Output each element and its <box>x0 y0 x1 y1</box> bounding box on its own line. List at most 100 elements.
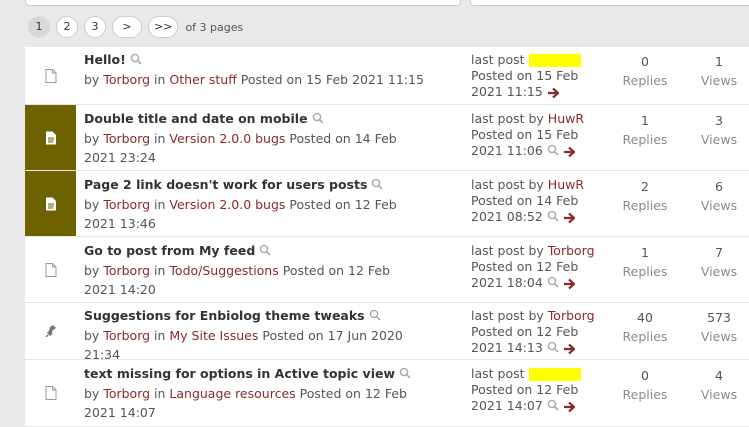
views-label: Views <box>700 198 738 213</box>
replies-stat: 0 Replies <box>610 366 680 404</box>
last-post-time: 2021 11:06 <box>471 143 543 158</box>
views-stat: 4 Views <box>684 366 749 404</box>
by-label: by <box>524 308 548 323</box>
last-poster-link[interactable]: Torborg <box>548 243 595 258</box>
views-count: 6 <box>715 179 723 194</box>
search-icon[interactable] <box>126 52 142 67</box>
views-label: Views <box>700 264 738 279</box>
last-page-button[interactable]: >> <box>148 16 179 38</box>
replies-count: 1 <box>641 113 649 128</box>
search-icon[interactable] <box>543 340 559 355</box>
by-label: by <box>84 197 104 212</box>
last-post-time-line: 2021 08:52 <box>471 209 601 225</box>
search-icon[interactable] <box>543 398 559 413</box>
in-label: in <box>150 197 170 212</box>
search-icon[interactable] <box>367 177 383 192</box>
by-label: by <box>524 111 548 126</box>
last-post-info: last post by Torborg Posted on 12 Feb 2021… <box>471 243 601 291</box>
last-post-date: Posted on 14 Feb <box>471 193 579 208</box>
topic-title-link[interactable]: Page 2 link doesn't work for users posts <box>84 177 367 192</box>
search-icon[interactable] <box>308 111 324 126</box>
views-label: Views <box>700 329 738 344</box>
go-to-last-post-arrow-icon[interactable] <box>559 275 576 290</box>
search-icon[interactable] <box>543 209 559 224</box>
last-poster-link[interactable]: HuwR <box>548 111 584 126</box>
last-post-time: 2021 08:52 <box>471 209 543 224</box>
by-label: by <box>84 131 104 146</box>
author-link[interactable]: Torborg <box>103 263 150 278</box>
replies-stat: 1 Replies <box>610 111 680 149</box>
views-label: Views <box>700 132 738 147</box>
category-link[interactable]: Language resources <box>169 386 295 401</box>
topic-row: Go to post from My feed by Torborg in Tod… <box>25 237 749 303</box>
document-icon <box>45 386 57 400</box>
replies-label: Replies <box>622 264 668 279</box>
posted-label: Posted on <box>258 328 328 343</box>
posted-date: 15 Feb 2021 11:15 <box>306 72 424 87</box>
topic-title-link[interactable]: Suggestions for Enbiolog theme tweaks <box>84 308 365 323</box>
topic-title-link[interactable]: text missing for options in Active topic… <box>84 366 395 381</box>
by-label: by <box>524 177 548 192</box>
last-post-time-line: 2021 18:04 <box>471 275 601 291</box>
author-link[interactable]: Torborg <box>103 328 150 343</box>
category-link[interactable]: My Site Issues <box>169 328 258 343</box>
last-poster-link[interactable]: Torborg <box>548 308 595 323</box>
last-poster-link[interactable]: HuwR <box>548 177 584 192</box>
views-count: 1 <box>715 54 723 69</box>
top-left-panel <box>25 0 461 6</box>
search-icon[interactable] <box>395 366 411 381</box>
by-label: by <box>84 263 104 278</box>
last-post-time-line: 2021 11:06 <box>471 143 601 159</box>
category-link[interactable]: Todo/Suggestions <box>169 263 278 278</box>
page-3-button[interactable]: 3 <box>84 16 106 38</box>
search-icon[interactable] <box>543 275 559 290</box>
go-to-last-post-arrow-icon[interactable] <box>559 209 576 224</box>
go-to-last-post-arrow-icon[interactable] <box>559 143 576 158</box>
by-label: by <box>84 328 104 343</box>
go-to-last-post-arrow-icon[interactable] <box>543 84 560 99</box>
last-post-line: last post by Torborg <box>471 243 601 259</box>
topic-title-link[interactable]: Hello! <box>84 52 126 67</box>
document-icon <box>45 68 57 83</box>
search-icon[interactable] <box>543 143 559 158</box>
author-link[interactable]: Torborg <box>103 72 150 87</box>
topic-status-cell <box>25 171 76 236</box>
posted-label: Posted on <box>278 263 349 278</box>
topic-title-link[interactable]: Go to post from My feed <box>84 243 255 258</box>
author-link[interactable]: Torborg <box>103 386 150 401</box>
views-count: 3 <box>715 113 723 128</box>
page-count-info: of 3 pages <box>185 20 244 34</box>
category-link[interactable]: Version 2.0.0 bugs <box>169 197 285 212</box>
last-post-date: Posted on 15 Feb <box>471 68 579 83</box>
replies-count: 2 <box>641 179 649 194</box>
category-link[interactable]: Version 2.0.0 bugs <box>169 131 285 146</box>
go-to-last-post-arrow-icon[interactable] <box>559 398 576 413</box>
last-post-line: last post by HuwR <box>471 111 601 127</box>
last-post-info: last post Posted on 15 Feb 2021 11:15 <box>471 52 601 100</box>
last-post-time-line: 2021 14:13 <box>471 340 601 356</box>
topic-meta: by Torborg in Version 2.0.0 bugs Posted … <box>84 195 424 233</box>
hot-document-icon <box>45 131 57 145</box>
last-post-label: last post <box>471 52 525 67</box>
hot-document-icon <box>45 197 57 211</box>
views-count: 7 <box>715 245 723 260</box>
next-page-button[interactable]: > <box>112 16 142 38</box>
topic-title-line: Go to post from My feed <box>84 243 271 258</box>
category-link[interactable]: Other stuff <box>169 72 236 87</box>
topic-title-link[interactable]: Double title and date on mobile <box>84 111 308 126</box>
search-icon[interactable] <box>365 308 381 323</box>
last-post-line: last post <box>471 366 601 382</box>
author-link[interactable]: Torborg <box>103 197 150 212</box>
author-link[interactable]: Torborg <box>103 131 150 146</box>
replies-stat: 2 Replies <box>610 177 680 215</box>
go-to-last-post-arrow-icon[interactable] <box>559 340 576 355</box>
last-post-label: last post <box>471 308 525 323</box>
last-post-time-line: 2021 11:15 <box>471 84 601 100</box>
last-post-info: last post by HuwR Posted on 15 Feb 2021 11… <box>471 111 601 159</box>
page-2-button[interactable]: 2 <box>56 16 78 38</box>
last-post-time: 2021 18:04 <box>471 275 543 290</box>
topic-meta: by Torborg in Language resources Posted … <box>84 384 424 422</box>
last-post-line: last post by HuwR <box>471 177 601 193</box>
search-icon[interactable] <box>255 243 271 258</box>
page-1-button[interactable]: 1 <box>28 16 50 38</box>
